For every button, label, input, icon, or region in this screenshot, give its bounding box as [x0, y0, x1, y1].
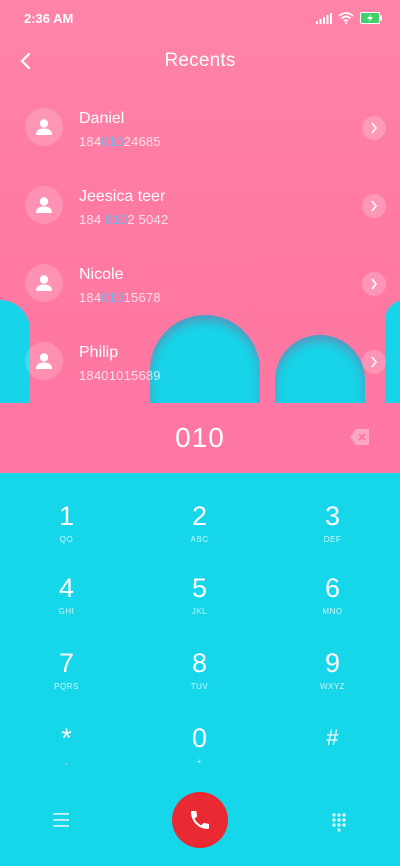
phone-icon [191, 811, 209, 829]
top-bar: Recents [0, 40, 400, 82]
status-bar: 2:36 AM [0, 0, 400, 36]
dialpad-icon[interactable] [331, 812, 347, 832]
person-icon [36, 353, 52, 369]
key-hash[interactable]: # [266, 695, 399, 767]
contact-number: 18401024685 [79, 134, 161, 149]
contact-name: Nicole [79, 266, 124, 283]
avatar [25, 108, 63, 146]
key-0[interactable]: 0 + [133, 695, 266, 767]
battery-icon [360, 12, 382, 24]
key-9[interactable]: 9 WXYZ [266, 620, 399, 692]
list-item[interactable]: Jeesica teer 184 0102 5042 [0, 178, 400, 256]
contact-number: 18401015678 [79, 290, 161, 305]
person-icon [36, 119, 52, 135]
key-5[interactable]: 5 JKL [133, 545, 266, 617]
chevron-right-icon [371, 356, 378, 368]
bottom-actions [0, 788, 400, 852]
chevron-right-icon [371, 278, 378, 290]
contact-name: Philip [79, 344, 119, 361]
key-3[interactable]: 3 DEF [266, 473, 399, 545]
details-button[interactable] [362, 116, 386, 140]
avatar [25, 264, 63, 302]
key-8[interactable]: 8 TUV [133, 620, 266, 692]
contact-name: Daniel [79, 110, 125, 127]
chevron-right-icon [371, 200, 378, 212]
call-button[interactable] [172, 792, 228, 848]
details-button[interactable] [362, 350, 386, 374]
keypad: 1 QO 2 ABC 3 DEF 4 GHI 5 JKL 6 MNO 7 PQRS 8 TUV … [0, 473, 400, 773]
back-button[interactable] [12, 48, 38, 74]
dialed-number-bar: 010 [0, 403, 400, 473]
wifi-icon [338, 12, 354, 24]
recents-list: Daniel 18401024685 Jeesica teer 184 0102… [0, 100, 400, 412]
signal-icon [316, 12, 332, 24]
contact-name: Jeesica teer [79, 188, 166, 205]
key-2[interactable]: 2 ABC [133, 473, 266, 545]
status-time: 2:36 AM [24, 10, 74, 26]
key-7[interactable]: 7 PQRS [0, 620, 133, 692]
page-title: Recents [164, 50, 236, 71]
list-item[interactable]: Philip 18401015689 [0, 334, 400, 412]
backspace-icon[interactable] [350, 428, 370, 446]
person-icon [36, 197, 52, 213]
key-1[interactable]: 1 QO [0, 473, 133, 545]
list-item[interactable]: Daniel 18401024685 [0, 100, 400, 178]
person-icon [36, 275, 52, 291]
key-star[interactable]: *, [0, 695, 133, 767]
chevron-right-icon [371, 122, 378, 134]
avatar [25, 342, 63, 380]
contact-number: 18401015689 [79, 368, 161, 383]
details-button[interactable] [362, 272, 386, 296]
key-4[interactable]: 4 GHI [0, 545, 133, 617]
avatar [25, 186, 63, 224]
details-button[interactable] [362, 194, 386, 218]
key-6[interactable]: 6 MNO [266, 545, 399, 617]
contact-number: 184 0102 5042 [79, 212, 169, 227]
chevron-left-icon [20, 52, 31, 70]
list-item[interactable]: Nicole 18401015678 [0, 256, 400, 334]
menu-icon[interactable] [52, 812, 70, 828]
dialed-number: 010 [175, 422, 225, 453]
